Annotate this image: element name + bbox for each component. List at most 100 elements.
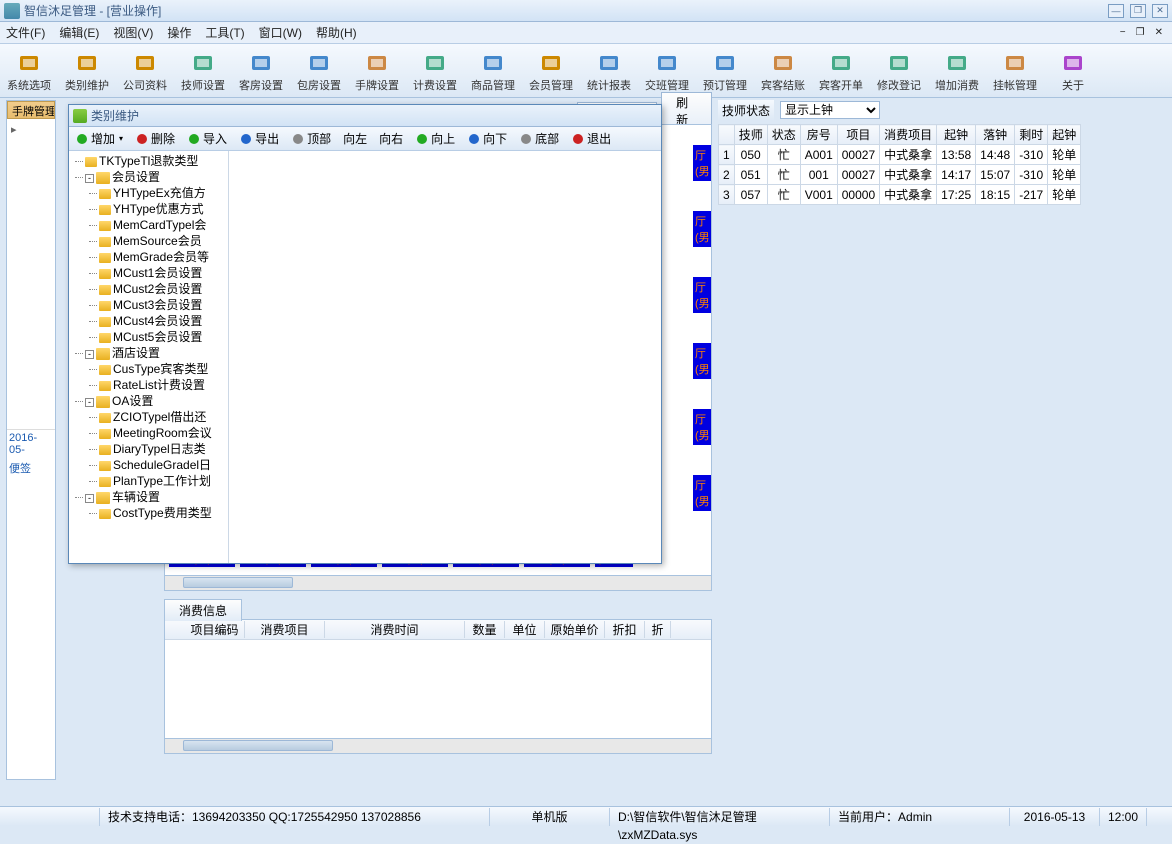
tree-group[interactable]: -OA设置ZCIOTypel借出还MeetingRoom会议DiaryTypel…: [85, 393, 226, 489]
left-tab-handcard[interactable]: 手牌管理: [7, 101, 55, 119]
toolbar-宾客开单[interactable]: 宾客开单: [812, 44, 870, 97]
tech-display-select[interactable]: 显示上钟: [780, 101, 880, 119]
modal-btn-向左[interactable]: 向左: [337, 129, 373, 149]
tree-item[interactable]: MCust3会员设置: [99, 297, 226, 313]
tree-item[interactable]: MCust1会员设置: [99, 265, 226, 281]
menu-tools[interactable]: 工具(T): [205, 24, 244, 41]
menu-window[interactable]: 窗口(W): [259, 24, 302, 41]
tech-col[interactable]: 剩时: [1015, 125, 1048, 145]
toolbar-会员管理[interactable]: 会员管理: [522, 44, 580, 97]
tech-col[interactable]: 起钟: [937, 125, 976, 145]
toolbar-客房设置[interactable]: 客房设置: [232, 44, 290, 97]
table-row[interactable]: 3057忙V00100000中式桑拿17:2518:15-217轮单: [719, 185, 1081, 205]
tech-col[interactable]: 消费项目: [880, 125, 937, 145]
tree-item[interactable]: PlanType工作计划: [99, 473, 226, 489]
modal-btn-增加[interactable]: 增加: [69, 129, 129, 149]
tree-group[interactable]: -会员设置YHTypeEx充值方YHType优惠方式MemCardTypel会M…: [85, 169, 226, 345]
menu-file[interactable]: 文件(F): [6, 24, 45, 41]
tree-item[interactable]: MCust4会员设置: [99, 313, 226, 329]
toolbar-交班管理[interactable]: 交班管理: [638, 44, 696, 97]
tree-item[interactable]: RateList计费设置: [99, 377, 226, 393]
tree-item[interactable]: TKTypeTl退款类型: [85, 153, 226, 169]
toolbar-手牌设置[interactable]: 手牌设置: [348, 44, 406, 97]
toolbar-挂帐管理[interactable]: 挂帐管理: [986, 44, 1044, 97]
close-button[interactable]: ✕: [1152, 4, 1168, 18]
left-tree[interactable]: ▸: [7, 119, 55, 429]
tree-item[interactable]: MemCardTypel会: [99, 217, 226, 233]
toolbar-关于[interactable]: 关于: [1044, 44, 1102, 97]
window-title: 智信沐足管理 - [营业操作]: [24, 2, 161, 19]
tech-col[interactable]: 项目: [837, 125, 879, 145]
mdi-close-icon[interactable]: ✕: [1152, 27, 1166, 38]
modal-btn-退出[interactable]: 退出: [565, 129, 617, 149]
menu-help[interactable]: 帮助(H): [316, 24, 357, 41]
tree-group[interactable]: -酒店设置CusType宾客类型RateList计费设置: [85, 345, 226, 393]
tab-consume[interactable]: 消费信息: [164, 599, 242, 621]
toolbar-公司资料[interactable]: 公司资料: [116, 44, 174, 97]
consume-col[interactable]: 折扣: [605, 621, 645, 638]
consume-col[interactable]: 原始单价: [545, 621, 605, 638]
menu-view[interactable]: 视图(V): [113, 24, 153, 41]
tech-col[interactable]: 房号: [800, 125, 837, 145]
modal-btn-删除[interactable]: 删除: [129, 129, 181, 149]
toolbar-包房设置[interactable]: 包房设置: [290, 44, 348, 97]
category-tree[interactable]: TKTypeTl退款类型-会员设置YHTypeEx充值方YHType优惠方式Me…: [69, 151, 229, 563]
modal-btn-顶部[interactable]: 顶部: [285, 129, 337, 149]
rooms-scrollbar[interactable]: [164, 576, 712, 591]
toolbar-宾客结账[interactable]: 宾客结账: [754, 44, 812, 97]
toolbar-计费设置[interactable]: 计费设置: [406, 44, 464, 97]
status-user: 当前用户：Admin: [830, 808, 1010, 826]
tech-col[interactable]: 技师: [734, 125, 767, 145]
tree-item[interactable]: YHTypeEx充值方: [99, 185, 226, 201]
tech-col[interactable]: 起钟: [1048, 125, 1081, 145]
tree-item[interactable]: MCust5会员设置: [99, 329, 226, 345]
modal-btn-导出[interactable]: 导出: [233, 129, 285, 149]
toolbar-技师设置[interactable]: 技师设置: [174, 44, 232, 97]
tree-item[interactable]: MeetingRoom会议: [99, 425, 226, 441]
toolbar-系统选项[interactable]: 系统选项: [0, 44, 58, 97]
consume-col[interactable]: 数量: [465, 621, 505, 638]
tree-item[interactable]: YHType优惠方式: [99, 201, 226, 217]
toolbar-统计报表[interactable]: 统计报表: [580, 44, 638, 97]
consume-col[interactable]: 消费时间: [325, 621, 465, 638]
consume-col[interactable]: 单位: [505, 621, 545, 638]
toolbar-类别维护[interactable]: 类别维护: [58, 44, 116, 97]
maximize-button[interactable]: ❐: [1130, 4, 1146, 18]
table-row[interactable]: 2051忙00100027中式桑拿14:1715:07-310轮单: [719, 165, 1081, 185]
modal-btn-导入[interactable]: 导入: [181, 129, 233, 149]
menu-operate[interactable]: 操作: [167, 24, 191, 41]
consume-col[interactable]: 项目编码: [185, 621, 245, 638]
tech-col[interactable]: 状态: [767, 125, 800, 145]
mdi-restore-icon[interactable]: ❐: [1133, 27, 1148, 38]
tree-item[interactable]: MemGrade会员等: [99, 249, 226, 265]
tree-item[interactable]: DiaryTypel日志类: [99, 441, 226, 457]
minimize-button[interactable]: —: [1108, 4, 1124, 18]
tree-group[interactable]: -车辆设置CostType费用类型: [85, 489, 226, 521]
tech-col[interactable]: 落钟: [976, 125, 1015, 145]
tree-item[interactable]: ZCIOTypel借出还: [99, 409, 226, 425]
tree-item[interactable]: ScheduleGradel日: [99, 457, 226, 473]
tree-item[interactable]: MCust2会员设置: [99, 281, 226, 297]
statusbar: 技术支持电话：13694203350 QQ:1725542950 1370288…: [0, 806, 1172, 826]
toolbar-修改登记[interactable]: 修改登记: [870, 44, 928, 97]
consume-scrollbar[interactable]: [164, 739, 712, 754]
toolbar-预订管理[interactable]: 预订管理: [696, 44, 754, 97]
tree-item[interactable]: MemSource会员: [99, 233, 226, 249]
menu-edit[interactable]: 编辑(E): [59, 24, 99, 41]
table-row[interactable]: 1050忙A00100027中式桑拿13:5814:48-310轮单: [719, 145, 1081, 165]
tree-item[interactable]: CusType宾客类型: [99, 361, 226, 377]
left-memo[interactable]: 便签: [7, 458, 55, 478]
tree-item[interactable]: CostType费用类型: [99, 505, 226, 521]
tech-status-label: 技师状态: [718, 100, 774, 121]
consume-col[interactable]: 消费项目: [245, 621, 325, 638]
modal-btn-底部[interactable]: 底部: [513, 129, 565, 149]
room-side-label: 厅(男: [693, 475, 711, 511]
modal-btn-向右[interactable]: 向右: [373, 129, 409, 149]
consume-col[interactable]: 折: [645, 621, 671, 638]
modal-btn-向上[interactable]: 向上: [409, 129, 461, 149]
toolbar-增加消费[interactable]: 增加消费: [928, 44, 986, 97]
mdi-minimize-icon[interactable]: −: [1117, 27, 1129, 38]
room-side-label: 厅(男: [693, 211, 711, 247]
toolbar-商品管理[interactable]: 商品管理: [464, 44, 522, 97]
modal-btn-向下[interactable]: 向下: [461, 129, 513, 149]
